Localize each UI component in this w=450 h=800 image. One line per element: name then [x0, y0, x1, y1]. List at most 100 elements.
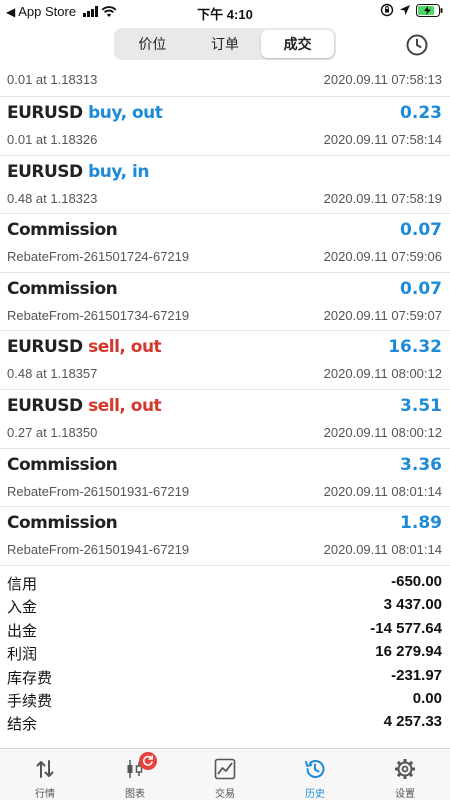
tab-settings[interactable]: 设置 — [360, 749, 450, 800]
summary-value: -14 577.64 — [370, 619, 442, 637]
deals-list: 0.01 at 1.18313 2020.09.11 07:58:13 EURU… — [0, 66, 450, 566]
history-icon — [305, 760, 325, 778]
summary-value: 0.00 — [412, 689, 442, 707]
deal-row[interactable]: Commission 0.07 RebateFrom-261501724-672… — [0, 214, 450, 273]
battery-charging-icon — [416, 3, 443, 17]
deal-row[interactable]: Commission 1.89 RebateFrom-261501941-672… — [0, 507, 450, 566]
deal-title: Commission — [7, 278, 118, 299]
deal-time: 2020.09.11 08:01:14 — [323, 542, 442, 558]
deal-action: sell, out — [88, 337, 162, 358]
gear-icon — [395, 759, 415, 779]
summary-row-deposit: 入金 3 437.00 — [0, 594, 450, 617]
deal-detail: 0.48 at 1.18323 — [7, 190, 98, 206]
summary-label: 利润 — [7, 646, 38, 664]
deal-amount: 3.51 — [400, 395, 442, 416]
deal-time: 2020.09.11 08:00:12 — [323, 366, 442, 382]
summary-label: 手续费 — [7, 692, 53, 710]
segmented-control: 价位 订单 成交 — [114, 28, 336, 60]
deal-action: buy, out — [88, 103, 163, 123]
refresh-icon — [143, 755, 153, 766]
summary-label: 信用 — [7, 576, 38, 593]
deal-symbol: EURUSD — [7, 161, 83, 182]
deal-row[interactable]: EURUSD sell, out 16.32 0.48 at 1.18357 2… — [0, 331, 450, 390]
deal-row[interactable]: 0.01 at 1.18313 2020.09.11 07:58:13 — [0, 66, 450, 97]
deal-row[interactable]: EURUSD sell, out 3.51 0.27 at 1.18350 20… — [0, 390, 450, 449]
notification-badge — [139, 752, 157, 770]
deal-symbol: Commission — [7, 220, 118, 241]
tab-history[interactable]: 历史 — [270, 749, 360, 800]
deal-time: 2020.09.11 07:59:07 — [323, 307, 442, 323]
deal-time: 2020.09.11 08:00:12 — [323, 424, 442, 440]
deal-action: buy, in — [88, 161, 149, 182]
deal-title: EURUSD buy, out — [7, 103, 163, 123]
deal-title: Commission — [7, 220, 118, 241]
summary-row-withdrawal: 出金 -14 577.64 — [0, 618, 450, 641]
deal-row[interactable]: Commission 3.36 RebateFrom-261501931-672… — [0, 449, 450, 508]
deal-detail: RebateFrom-261501941-67219 — [7, 542, 190, 558]
tab-bar: 行情 图表 交易 历史 设置 — [0, 748, 450, 800]
deal-symbol: EURUSD — [7, 103, 83, 123]
segment-orders[interactable]: 订单 — [189, 30, 262, 58]
deal-amount: 3.36 — [400, 454, 442, 475]
tab-quotes[interactable]: 行情 — [0, 749, 90, 800]
deal-amount: 0.07 — [400, 278, 442, 299]
tab-charts[interactable]: 图表 — [90, 749, 180, 800]
deal-title: EURUSD sell, out — [7, 395, 162, 416]
deal-amount: 0.23 — [400, 103, 442, 123]
tab-label: 图表 — [125, 789, 145, 800]
segment-quotes[interactable]: 价位 — [116, 30, 189, 58]
tab-label: 历史 — [305, 789, 325, 800]
deal-symbol: EURUSD — [7, 395, 83, 416]
summary-row-profit: 利润 16 279.94 — [0, 641, 450, 664]
deal-title: Commission — [7, 513, 118, 534]
deal-time: 2020.09.11 07:58:19 — [323, 190, 442, 206]
deal-detail: 0.01 at 1.18326 — [7, 132, 98, 147]
status-bar: ◀ App Store 下午 4:10 — [0, 0, 450, 24]
deal-detail: 0.48 at 1.18357 — [7, 366, 98, 382]
deal-symbol: EURUSD — [7, 337, 83, 358]
summary-label: 结余 — [7, 716, 38, 734]
deal-time: 2020.09.11 07:58:14 — [323, 132, 442, 147]
deal-symbol: Commission — [7, 454, 118, 475]
nav-bar: 价位 订单 成交 — [0, 24, 450, 66]
deal-symbol: Commission — [7, 513, 118, 534]
account-summary: 信用 -650.00 入金 3 437.00 出金 -14 577.64 利润 … — [0, 571, 450, 735]
location-icon — [400, 5, 410, 15]
deal-action: sell, out — [88, 395, 162, 416]
deal-title: EURUSD sell, out — [7, 337, 162, 358]
deal-symbol: Commission — [7, 278, 118, 299]
summary-value: -231.97 — [391, 666, 442, 684]
deal-detail: 0.01 at 1.18313 — [7, 72, 98, 87]
back-to-app[interactable]: ◀ App Store — [6, 4, 117, 19]
deal-title: EURUSD buy, in — [7, 162, 149, 182]
deal-time: 2020.09.11 08:01:14 — [323, 483, 442, 499]
deal-row[interactable]: Commission 0.07 RebateFrom-261501734-672… — [0, 273, 450, 332]
tab-trade[interactable]: 交易 — [180, 749, 270, 800]
summary-value: -650.00 — [391, 573, 442, 590]
deal-time: 2020.09.11 07:58:13 — [323, 72, 442, 87]
summary-label: 库存费 — [7, 669, 53, 687]
deal-amount: 1.89 — [400, 513, 442, 534]
summary-value: 4 257.33 — [383, 713, 442, 731]
summary-row-swap: 库存费 -231.97 — [0, 665, 450, 688]
arrows-updown-icon — [36, 760, 54, 778]
deal-detail: RebateFrom-261501734-67219 — [7, 307, 190, 323]
deal-row[interactable]: EURUSD buy, out 0.23 0.01 at 1.18326 202… — [0, 97, 450, 156]
summary-value: 16 279.94 — [375, 643, 442, 661]
back-arrow-icon: ◀ — [6, 4, 16, 19]
segment-deals[interactable]: 成交 — [261, 30, 335, 58]
deal-detail: RebateFrom-261501724-67219 — [7, 249, 190, 265]
back-app-label: App Store — [18, 4, 77, 19]
summary-row-commission: 手续费 0.00 — [0, 688, 450, 711]
wifi-icon — [101, 5, 117, 17]
clock-icon[interactable] — [405, 33, 429, 57]
deal-amount: 0.07 — [400, 220, 442, 241]
cellular-signal-icon — [83, 6, 99, 17]
deal-amount: 16.32 — [388, 337, 442, 358]
deal-detail: 0.27 at 1.18350 — [7, 424, 98, 440]
rotation-lock-icon — [380, 3, 394, 17]
summary-value: 3 437.00 — [383, 596, 442, 614]
deal-row[interactable]: EURUSD buy, in 0.48 at 1.18323 2020.09.1… — [0, 156, 450, 215]
tab-label: 设置 — [395, 789, 415, 800]
tab-label: 行情 — [35, 789, 55, 800]
